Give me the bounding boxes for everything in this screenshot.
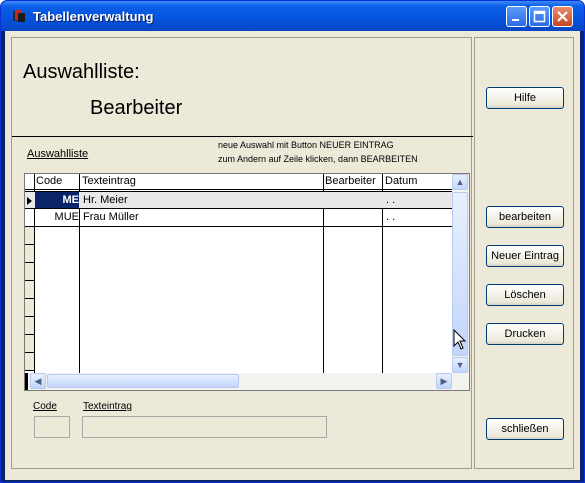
empty-row-indicator	[25, 227, 34, 245]
row-pointer-icon	[27, 197, 32, 205]
table-row[interactable]: MUE Frau Müller . .	[25, 209, 453, 227]
hint-new-entry: neue Auswahl mit Button NEUER EINTRAG	[218, 140, 394, 150]
page-title: Auswahlliste:	[23, 61, 140, 83]
button-panel: Hilfe bearbeiten Neuer Eintrag Löschen D…	[474, 37, 574, 469]
minimize-button[interactable]	[506, 6, 527, 27]
scroll-marker	[25, 373, 28, 390]
minimize-icon	[512, 19, 519, 21]
scroll-right-button[interactable]: ▶	[436, 373, 452, 389]
table-row[interactable]: ME Hr. Meier . .	[25, 191, 453, 209]
code-field[interactable]	[34, 416, 70, 438]
empty-row-indicator	[25, 299, 34, 317]
application-window: Tabellenverwaltung Auswahlliste: Bearbei…	[0, 0, 585, 483]
column-header-code[interactable]: Code	[36, 175, 62, 190]
empty-row-indicator	[25, 335, 34, 353]
scroll-left-button[interactable]: ◀	[30, 373, 46, 389]
selection-grid[interactable]: Code Texteintrag Bearbeiter Datum ME Hr.…	[24, 173, 470, 391]
hint-edit-entry: zum Andern auf Zeile klicken, dann BEARB…	[218, 154, 418, 164]
cell-text: Hr. Meier	[83, 194, 128, 206]
column-header-editor[interactable]: Bearbeiter	[325, 175, 376, 190]
window-title: Tabellenverwaltung	[33, 9, 154, 24]
edit-button[interactable]: bearbeiten	[486, 206, 564, 228]
app-icon	[13, 10, 25, 22]
text-label: Texteintrag	[83, 401, 132, 412]
empty-row-indicator	[25, 281, 34, 299]
grid-header: Code Texteintrag Bearbeiter Datum	[25, 174, 453, 190]
delete-button[interactable]: Löschen	[486, 284, 564, 306]
divider	[12, 136, 473, 137]
empty-row-indicator	[25, 353, 34, 371]
scroll-down-button[interactable]: ▼	[452, 357, 468, 373]
code-label: Code	[33, 401, 57, 412]
close-button[interactable]: schließen	[486, 418, 564, 440]
empty-row-indicator	[25, 317, 34, 335]
cell-date: . .	[386, 211, 396, 223]
column-header-text[interactable]: Texteintrag	[82, 175, 136, 190]
close-icon	[557, 11, 568, 22]
title-bar[interactable]: Tabellenverwaltung	[1, 1, 584, 31]
client-area: Auswahlliste: Bearbeiter Auswahlliste ne…	[5, 31, 580, 480]
help-button[interactable]: Hilfe	[486, 87, 564, 109]
cell-code: MUE	[54, 211, 79, 223]
new-entry-button[interactable]: Neuer Eintrag	[486, 245, 564, 267]
empty-row-indicator	[25, 263, 34, 281]
horizontal-scrollbar[interactable]: ◀ ▶	[25, 373, 469, 390]
scroll-up-button[interactable]: ▲	[452, 174, 468, 190]
cell-code: ME	[62, 194, 80, 206]
horizontal-scroll-thumb[interactable]	[47, 374, 239, 388]
maximize-icon	[533, 10, 546, 23]
close-window-button[interactable]	[552, 6, 573, 27]
cell-text: Frau Müller	[83, 211, 139, 223]
page-subtitle: Bearbeiter	[90, 97, 183, 119]
column-header-date[interactable]: Datum	[385, 175, 417, 190]
cell-date: . .	[386, 194, 396, 206]
print-button[interactable]: Drucken	[486, 323, 564, 345]
text-field[interactable]	[82, 416, 327, 438]
mouse-cursor-icon	[453, 329, 467, 350]
list-label: Auswahlliste	[27, 148, 89, 160]
maximize-button[interactable]	[529, 6, 550, 27]
main-panel: Auswahlliste: Bearbeiter Auswahlliste ne…	[11, 37, 473, 469]
empty-row-indicator	[25, 245, 34, 263]
